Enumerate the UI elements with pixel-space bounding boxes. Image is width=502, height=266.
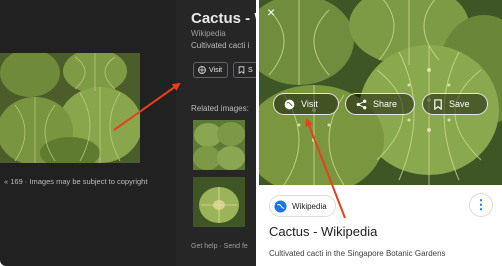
share-button[interactable]: Share	[345, 93, 415, 115]
related-image-thumbnail[interactable]	[193, 177, 245, 227]
copyright-notice: « 169 · Images may be subject to copyrig…	[4, 177, 148, 186]
related-image-thumbnail[interactable]	[193, 120, 245, 170]
page-title[interactable]: Cactus - Wikipedia	[269, 224, 377, 239]
visit-label: Visit	[301, 99, 318, 109]
globe-icon	[198, 66, 206, 74]
footer-links[interactable]: Get help · Send fe	[191, 243, 248, 250]
related-images-heading: Related images:	[191, 104, 249, 113]
globe-icon	[274, 199, 287, 213]
visit-label: Visit	[209, 66, 223, 74]
share-icon	[356, 99, 367, 109]
save-button[interactable]: Save	[422, 93, 488, 115]
page-title[interactable]: Cactus - W	[191, 10, 256, 27]
bookmark-icon	[238, 66, 245, 74]
image-description: Cultivated cacti i	[191, 41, 250, 50]
close-icon[interactable]: ×	[267, 4, 275, 20]
share-label: Share	[373, 99, 398, 109]
save-label: Save	[449, 99, 470, 109]
dark-image-panel: « 169 · Images may be subject to copyrig…	[0, 0, 256, 266]
image-description: Cultivated cacti in the Singapore Botani…	[269, 249, 446, 258]
bookmark-icon	[434, 98, 442, 110]
cactus-image[interactable]	[0, 53, 140, 163]
source-name[interactable]: Wikipedia	[191, 29, 226, 38]
visit-button[interactable]: Visit	[273, 93, 339, 115]
source-name: Wikipedia	[292, 201, 327, 211]
more-options-icon[interactable]: ⋮	[469, 193, 493, 217]
globe-icon	[284, 99, 295, 109]
save-button[interactable]: S	[233, 62, 256, 78]
source-chip[interactable]: Wikipedia	[269, 195, 336, 217]
save-label: S	[248, 66, 253, 74]
image-preview-panel: × Visit Share Save Wikipedia ⋮ Cactus - …	[259, 0, 502, 266]
visit-button[interactable]: Visit	[193, 62, 228, 78]
